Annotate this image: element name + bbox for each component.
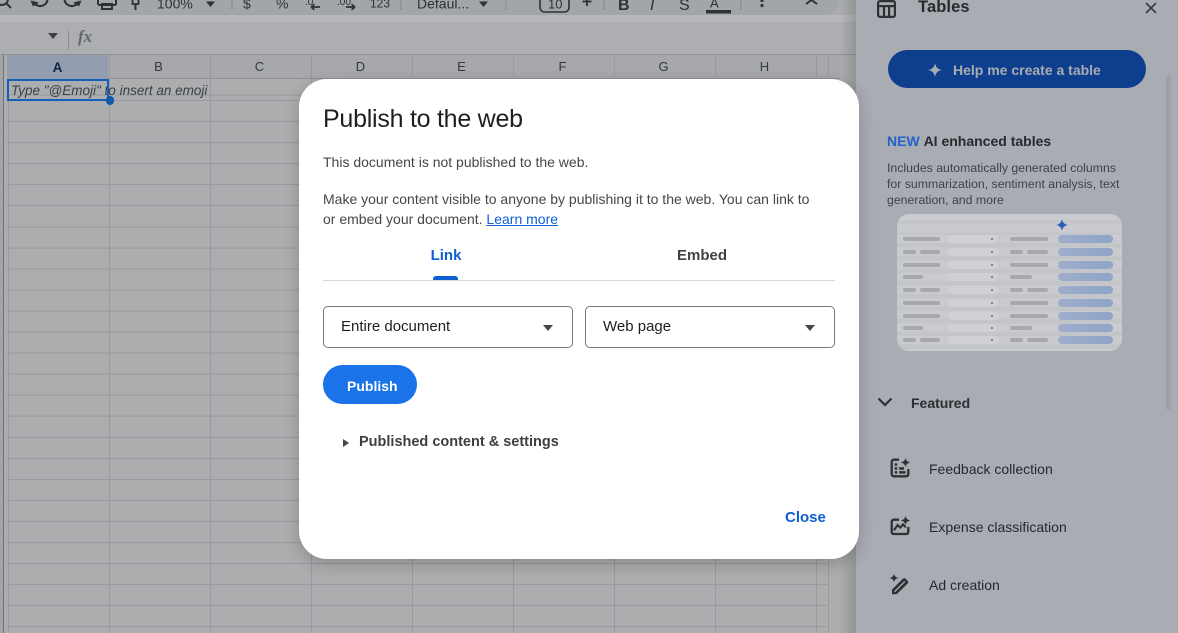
svg-text:I: I <box>650 0 655 14</box>
svg-text:S: S <box>679 0 690 14</box>
svg-text:%: % <box>276 0 288 12</box>
svg-text:A: A <box>710 0 719 11</box>
svg-text:100%: 100% <box>157 0 193 12</box>
svg-text:123: 123 <box>370 0 390 11</box>
svg-text:$: $ <box>243 0 251 12</box>
svg-text:Defaul...: Defaul... <box>417 0 469 12</box>
svg-text:B: B <box>618 0 630 14</box>
svg-text:10: 10 <box>548 0 562 12</box>
